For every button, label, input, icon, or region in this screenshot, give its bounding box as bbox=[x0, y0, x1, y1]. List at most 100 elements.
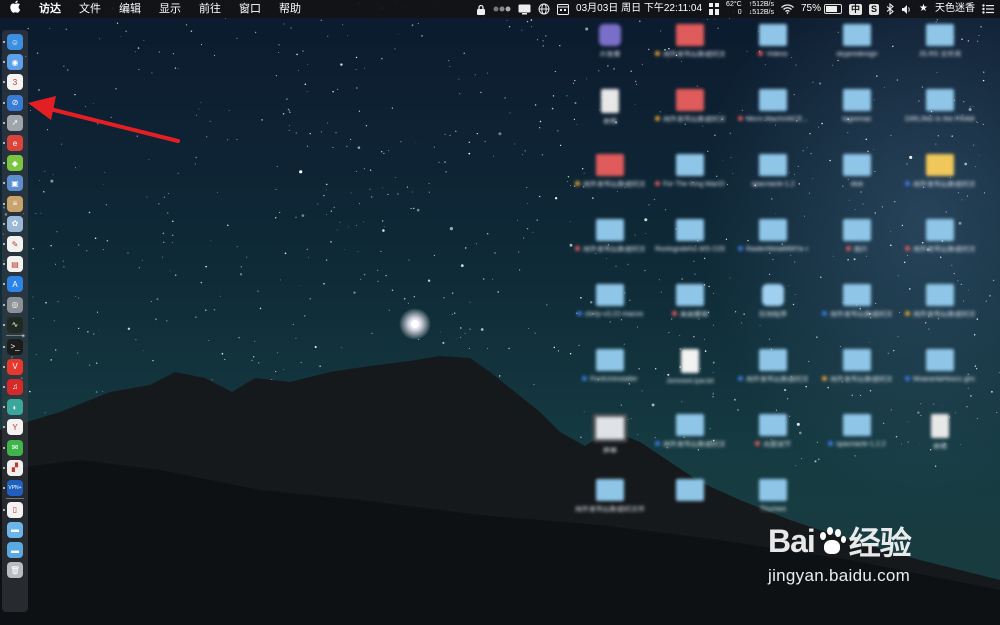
desktop-item[interactable]: 用外发布后新建的文件夹 3 bbox=[655, 85, 725, 145]
dock-running-indicator bbox=[3, 222, 5, 225]
desktop-item[interactable]: 桌面整理 bbox=[655, 280, 725, 340]
desktop-item[interactable]: 用外发布后新建的文件夹 4 bbox=[575, 150, 645, 210]
dock-file-icon[interactable]: ▯ bbox=[7, 501, 23, 518]
dock-yandex-icon[interactable]: Y bbox=[7, 419, 23, 436]
desktop-item-label: 用外发布后新建的文件夹 9 bbox=[905, 311, 975, 319]
desktop-item[interactable]: For The King MacOS...XMTST bbox=[655, 150, 725, 210]
desktop-item[interactable]: 用外发布后新建的文件夹 12 bbox=[822, 345, 892, 405]
desktop-item[interactable]: 用外发布后新建的文件夹 2 bbox=[905, 150, 975, 210]
desktop-item[interactable] bbox=[655, 475, 725, 535]
user-name[interactable]: 天色迷香 bbox=[935, 0, 975, 18]
desktop-item[interactable]: 图片 bbox=[822, 215, 892, 275]
folder-icon bbox=[759, 24, 787, 46]
desktop-item[interactable]: 用外发布后新建的文件夹 14 bbox=[575, 215, 645, 275]
dock-notes-icon[interactable]: ≡ bbox=[7, 195, 23, 212]
desktop-item[interactable]: DIRLING In the FRAMES bbox=[905, 85, 975, 145]
menu-view[interactable]: 显示 bbox=[150, 0, 190, 18]
bluetooth-icon[interactable] bbox=[886, 3, 894, 15]
desktop-item[interactable]: 表格 bbox=[575, 85, 645, 145]
dock-document-icon[interactable]: ▤ bbox=[7, 256, 23, 273]
menu-edit[interactable]: 编辑 bbox=[110, 0, 150, 18]
desktop-item[interactable]: 用外发布后新建的文件夹 11 bbox=[655, 410, 725, 470]
display-icon[interactable] bbox=[518, 4, 531, 15]
color-tag-icon bbox=[655, 116, 660, 121]
star-icon[interactable]: ★ bbox=[919, 0, 928, 18]
desktop-item[interactable]: 用外发布后新建的文件夹 8 bbox=[822, 280, 892, 340]
input-method-indicator[interactable]: 中 bbox=[849, 3, 863, 15]
dock-wechat-icon[interactable]: ✉ bbox=[7, 439, 23, 456]
dock-preview-icon[interactable]: ▣ bbox=[7, 175, 23, 192]
menu-window[interactable]: 窗口 bbox=[230, 0, 270, 18]
menu-go[interactable]: 前往 bbox=[190, 0, 230, 18]
desktop-item[interactable]: 屏幕 bbox=[575, 410, 645, 470]
dock-folder-icon[interactable]: ▬ bbox=[7, 521, 23, 538]
dock-vpn-icon[interactable]: VPN+ bbox=[7, 479, 23, 496]
wifi-icon[interactable] bbox=[781, 4, 794, 14]
desktop-item[interactable]: FontUnInstaller bbox=[575, 345, 645, 405]
desktop-item[interactable]: 用外发布后新建的文件夹 9 bbox=[905, 280, 975, 340]
folder-icon bbox=[759, 154, 787, 176]
desktop-item[interactable]: 用外发布后新建的文件夹 10 bbox=[738, 345, 808, 405]
desktop-item-text: 用外发布后新建的文件夹 9 bbox=[913, 311, 975, 318]
menu-help[interactable]: 帮助 bbox=[270, 0, 310, 18]
desktop-item-label: 表格 bbox=[575, 118, 645, 126]
desktop-item[interactable]: Videos bbox=[738, 20, 808, 80]
desktop-item[interactable]: 亮度调节 bbox=[738, 410, 808, 470]
dock-textedit-icon[interactable]: ✎ bbox=[7, 236, 23, 252]
desktop-item[interactable]: disk bbox=[822, 150, 892, 210]
app-grid-icon[interactable] bbox=[709, 3, 720, 15]
dock-terminal-icon[interactable]: >_ bbox=[7, 338, 23, 355]
battery-status[interactable]: 75% bbox=[801, 0, 842, 18]
lock-icon[interactable] bbox=[476, 4, 486, 15]
desktop-item[interactable]: Rootsgrateho.WS CODX-OOO bbox=[655, 215, 725, 275]
notification-center-icon[interactable] bbox=[982, 4, 994, 14]
desktop-item-label: 用外发布后新建的文件夹 2 bbox=[905, 181, 975, 189]
dock-downloads-folder-icon[interactable]: ▬ bbox=[7, 542, 23, 558]
dock-app-white-icon[interactable]: ▞ bbox=[7, 459, 23, 476]
temperature-readout[interactable]: 62°C 0 bbox=[726, 1, 742, 17]
app-s-icon[interactable]: S bbox=[869, 3, 880, 15]
desktop-item[interactable]: 用外发布后新建的文件夹 6 bbox=[905, 215, 975, 275]
datetime[interactable]: 03月03日 周日 下午22:11:04 bbox=[576, 0, 702, 18]
dock-activity-monitor-icon[interactable]: ∿ bbox=[7, 316, 23, 333]
desktop-item[interactable]: spacriacle-1.2.2 bbox=[822, 410, 892, 470]
volume-icon[interactable] bbox=[901, 4, 912, 15]
desktop-item[interactable]: 用外发布后新建的文件夹 bbox=[575, 475, 645, 535]
dock-photos-icon[interactable]: ✿ bbox=[7, 215, 23, 232]
bartender-dots-icon[interactable] bbox=[493, 5, 511, 13]
dock-app-store-icon[interactable]: A bbox=[7, 276, 23, 293]
desktop-item[interactable]: 开发者 bbox=[575, 20, 645, 80]
dock-netease-music-icon[interactable]: ♫ bbox=[7, 378, 23, 395]
desktop-item[interactable]: RaiderMetalMMYa sjwt-mc...-vMaker bbox=[738, 215, 808, 275]
desktop-item[interactable]: Micro MachiVACE...XMTST bbox=[738, 85, 808, 145]
apple-menu-icon[interactable] bbox=[0, 0, 30, 18]
color-tag-icon bbox=[822, 311, 827, 316]
dock-app-teal-icon[interactable]: ◐ bbox=[7, 399, 23, 416]
calendar-clock-icon[interactable] bbox=[557, 3, 570, 15]
desktop-item[interactable]: spacriacle-1.2 bbox=[738, 150, 808, 210]
desktop-item[interactable]: 表格 bbox=[905, 410, 975, 470]
network-speed[interactable]: ↑512B/s ↓512B/s bbox=[749, 1, 774, 17]
folder-icon bbox=[843, 349, 871, 371]
menu-app-finder[interactable]: 访达 bbox=[30, 0, 70, 18]
desktop-item[interactable]: tagremac bbox=[822, 85, 892, 145]
color-tag-icon bbox=[655, 51, 660, 56]
dock-vivaldi-icon[interactable]: V bbox=[7, 358, 23, 375]
desktop-item-text: 用外发布后新建的文件夹 6 bbox=[913, 246, 975, 253]
desktop-item[interactable]: clinty-v3.22-macos bbox=[575, 280, 645, 340]
desktop-item[interactable]: JS.RS 文件夹 bbox=[905, 20, 975, 80]
globe-icon[interactable] bbox=[538, 3, 550, 15]
desktop-item-label: skypredesign bbox=[822, 51, 892, 59]
desktop-item[interactable]: 应用程序 bbox=[738, 280, 808, 340]
dock-disk-utility-icon[interactable]: ◎ bbox=[7, 296, 23, 313]
dock-running-indicator bbox=[3, 345, 5, 348]
dock-trash-icon[interactable]: 🗑 bbox=[7, 562, 23, 579]
menu-file[interactable]: 文件 bbox=[70, 0, 110, 18]
desktop-item[interactable]: skypredesign bbox=[822, 20, 892, 80]
desktop-item[interactable]: Jvmmint.tyw.txt bbox=[655, 345, 725, 405]
desktop-item[interactable]: MoarantaHoscs ghcruz_1.5.8 bbox=[905, 345, 975, 405]
dock-running-indicator bbox=[3, 162, 5, 165]
doc-icon bbox=[931, 414, 949, 438]
desktop-item-text: Micro MachiVACE...XMTST bbox=[746, 116, 808, 123]
desktop-item[interactable]: 用外发布后新建的文件夹 4 bbox=[655, 20, 725, 80]
